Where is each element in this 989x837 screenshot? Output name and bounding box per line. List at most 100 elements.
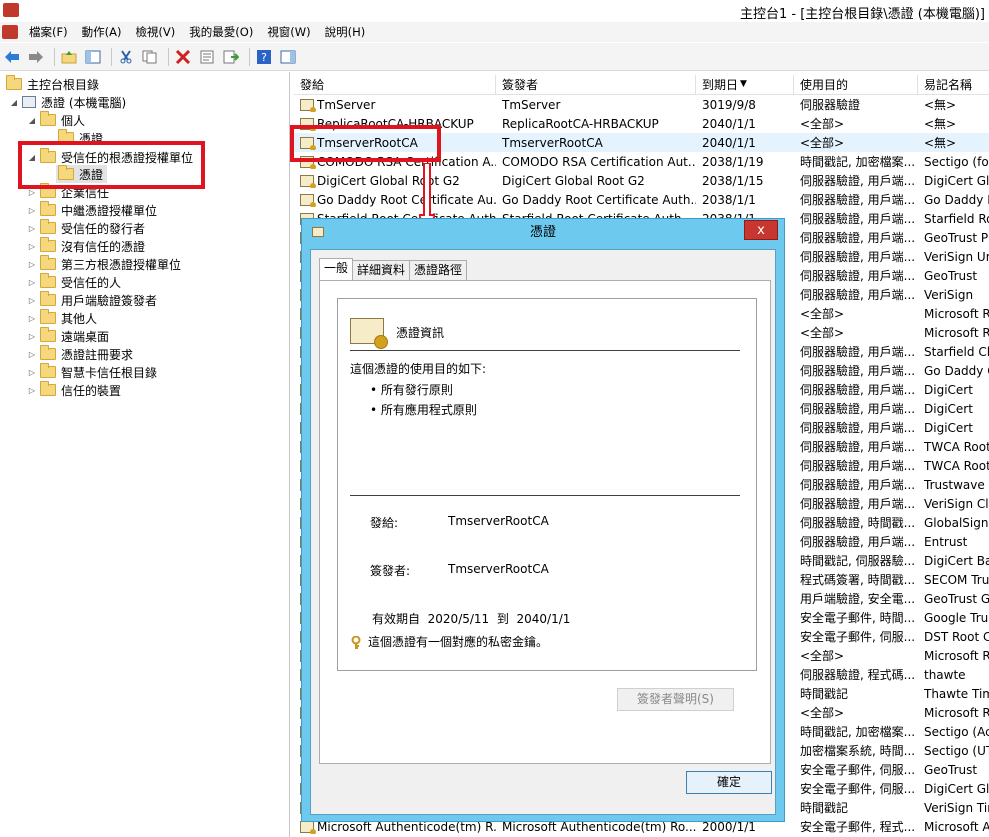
- expand-arrow-icon[interactable]: ▷: [26, 314, 38, 323]
- cell-intended-purposes: 程式碼簽署, 時間戳...: [794, 571, 918, 588]
- cut-icon[interactable]: [116, 47, 136, 67]
- tab-general[interactable]: 一般: [319, 258, 354, 280]
- cell-friendly-name: DigiCert Ba: [918, 554, 989, 568]
- tree-item-other-people[interactable]: ▷ 其他人: [26, 309, 97, 327]
- cell-text: 時間戳記, 加密檔案...: [800, 155, 916, 169]
- up-folder-icon[interactable]: [59, 47, 79, 67]
- column-header-friendly-name[interactable]: 易記名稱: [918, 75, 989, 95]
- help-icon[interactable]: ?: [254, 47, 274, 67]
- cell-text: VeriSign Cla: [924, 496, 989, 511]
- tree-item-trusted-publishers[interactable]: ▷ 受信任的發行者: [26, 219, 145, 237]
- tab-certification-path[interactable]: 憑證路徑: [409, 260, 468, 280]
- tree-item-trusted-devices[interactable]: ▷ 信任的裝置: [26, 381, 121, 399]
- folder-icon: [40, 327, 56, 342]
- menu-favorites[interactable]: 我的最愛(O): [182, 24, 260, 40]
- expand-arrow-icon[interactable]: ▷: [26, 296, 38, 305]
- menu-help[interactable]: 說明(H): [318, 24, 373, 40]
- cell-text: 2038/1/1: [702, 192, 756, 207]
- cell-text: 安全電子郵件, 時間...: [800, 611, 916, 625]
- cell-text: 用戶端驗證, 安全電...: [800, 592, 916, 606]
- mdi-window-icon[interactable]: [2, 25, 18, 39]
- tab-details[interactable]: 詳細資料: [352, 260, 411, 280]
- expand-arrow-icon[interactable]: ▷: [26, 242, 38, 251]
- cell-friendly-name: Microsoft R: [918, 326, 989, 340]
- tree-item-personal[interactable]: ◢ 個人: [26, 111, 85, 129]
- expand-arrow-icon[interactable]: ▷: [26, 350, 38, 359]
- folder-icon: [40, 111, 56, 126]
- cell-friendly-name: TWCA Root: [918, 440, 989, 454]
- cell-intended-purposes: 伺服器驗證, 用戶端...: [794, 533, 918, 550]
- cell-text: Trustwave: [924, 477, 985, 492]
- tree-item-intermediate-ca[interactable]: ▷ 中繼憑證授權單位: [26, 201, 157, 219]
- table-row[interactable]: Go Daddy Root Certificate Au... Go Daddy …: [294, 190, 989, 209]
- expand-arrow-icon[interactable]: ▷: [26, 386, 38, 395]
- cell-friendly-name: DigiCert: [918, 421, 989, 435]
- tree-item-certificates-local-computer[interactable]: ◢ 憑證 (本機電腦): [8, 93, 126, 111]
- cell-text: 伺服器驗證, 用戶端...: [800, 212, 916, 226]
- tree-item-smart-card-trusted-roots[interactable]: ▷ 智慧卡信任根目錄: [26, 363, 157, 381]
- cell-friendly-name: VeriSign Cla: [918, 497, 989, 511]
- cell-text: 時間戳記, 加密檔案...: [800, 725, 916, 739]
- show-hide-tree-icon[interactable]: [83, 47, 103, 67]
- tree-item-untrusted-certificates[interactable]: ▷ 沒有信任的憑證: [26, 237, 145, 255]
- cell-text: ReplicaRootCA-HRBACKUP: [502, 116, 659, 131]
- expand-arrow-icon[interactable]: ▷: [26, 332, 38, 341]
- cell-text: Google Tru: [924, 610, 989, 625]
- column-header-intended-purposes[interactable]: 使用目的: [794, 75, 918, 95]
- dialog-title: 憑證: [529, 225, 556, 240]
- tree-item-console-root[interactable]: 主控台根目錄: [4, 75, 99, 93]
- expand-arrow-icon[interactable]: ▷: [26, 368, 38, 377]
- cell-text: DigiCert: [924, 401, 973, 416]
- cell-text: TmServer: [502, 97, 561, 112]
- menu-file[interactable]: 檔案(F): [22, 24, 75, 40]
- cell-friendly-name: DigiCert: [918, 383, 989, 397]
- table-row[interactable]: DigiCert Global Root G2 DigiCert Global R…: [294, 171, 989, 190]
- key-icon: [351, 635, 361, 649]
- cell-text: 程式碼簽署, 時間戳...: [800, 573, 916, 587]
- cell-intended-purposes: 安全電子郵件, 程式...: [794, 818, 918, 835]
- tree-item-trusted-people[interactable]: ▷ 受信任的人: [26, 273, 121, 291]
- dialog-close-button[interactable]: x: [744, 220, 778, 240]
- cell-text: <全部>: [800, 326, 845, 340]
- table-row[interactable]: TmServer TmServer 3019/9/8 伺服器驗證 <無>: [294, 95, 989, 114]
- cell-text: DigiCert Ba: [924, 553, 989, 568]
- cell-text: 伺服器驗證, 用戶端...: [800, 345, 916, 359]
- menu-view[interactable]: 檢視(V): [128, 24, 182, 40]
- tree-item-certificate-enrollment-requests[interactable]: ▷ 憑證註冊要求: [26, 345, 133, 363]
- expand-arrow-icon[interactable]: ▷: [26, 278, 38, 287]
- collapse-arrow-icon[interactable]: ◢: [26, 116, 38, 125]
- expand-arrow-icon[interactable]: ▷: [26, 260, 38, 269]
- issuer-statement-button[interactable]: 簽發者聲明(S): [617, 688, 734, 711]
- copy-icon[interactable]: [140, 47, 160, 67]
- forward-icon[interactable]: [26, 47, 46, 67]
- list-header: 發給 簽發者 到期日 ▼ 使用目的 易記名稱: [294, 75, 989, 95]
- cell-text: <全部>: [800, 136, 845, 150]
- menu-action[interactable]: 動作(A): [75, 24, 129, 40]
- column-header-expiration[interactable]: 到期日 ▼: [696, 75, 794, 95]
- cell-text: 2038/1/19: [702, 154, 764, 169]
- export-icon[interactable]: [221, 47, 241, 67]
- toolbar-separator: [54, 47, 55, 66]
- tree-item-third-party-root-ca[interactable]: ▷ 第三方根憑證授權單位: [26, 255, 181, 273]
- tree-item-label: 智慧卡信任根目錄: [61, 365, 158, 380]
- tree-item-client-auth-issuers[interactable]: ▷ 用戶端驗證簽發者: [26, 291, 157, 309]
- collapse-arrow-icon[interactable]: ◢: [8, 98, 20, 107]
- mmc-app-icon[interactable]: [3, 3, 19, 17]
- cell-text: DigiCert Glo: [924, 173, 989, 188]
- ok-button[interactable]: 確定: [686, 771, 772, 794]
- cell-text: TWCA Root: [924, 458, 989, 473]
- private-key-text: 這個憑證有一個對應的私密金鑰。: [368, 635, 549, 649]
- cell-text: GeoTrust: [924, 268, 978, 283]
- expand-arrow-icon[interactable]: ▷: [26, 224, 38, 233]
- column-header-issued-by[interactable]: 簽發者: [496, 75, 696, 95]
- delete-icon[interactable]: [173, 47, 193, 67]
- cell-text: Go Daddy Root Certificate Auth...: [502, 192, 696, 207]
- show-hide-action-icon[interactable]: [278, 47, 298, 67]
- properties-icon[interactable]: [197, 47, 217, 67]
- back-icon[interactable]: [2, 47, 22, 67]
- menu-window[interactable]: 視窗(W): [260, 24, 317, 40]
- tree-item-remote-desktop[interactable]: ▷ 遠端桌面: [26, 327, 109, 345]
- folder-icon: [40, 381, 56, 396]
- expand-arrow-icon[interactable]: ▷: [26, 206, 38, 215]
- column-header-issued-to[interactable]: 發給: [294, 75, 496, 95]
